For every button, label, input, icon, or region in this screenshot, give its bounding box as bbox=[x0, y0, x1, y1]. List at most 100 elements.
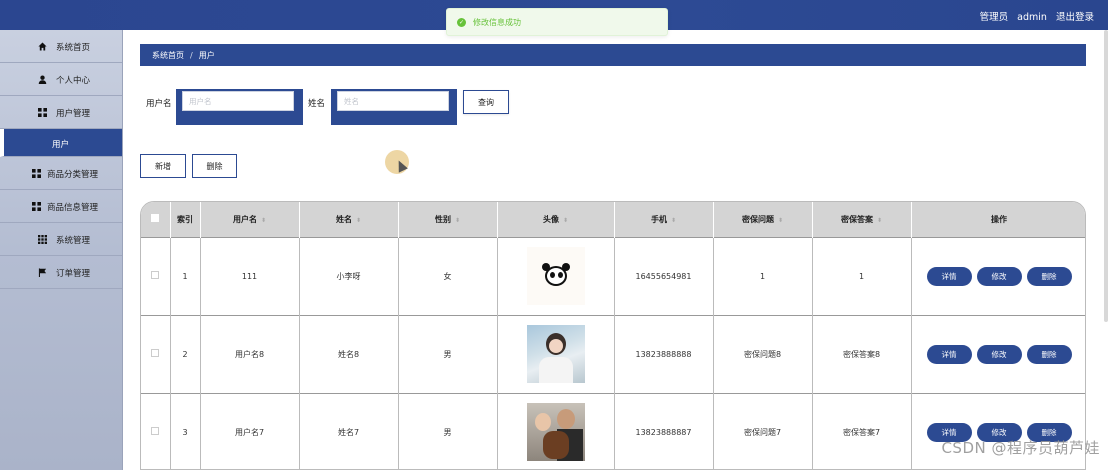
sidebar-item-home[interactable]: 系统首页 bbox=[0, 30, 122, 63]
breadcrumb-home[interactable]: 系统首页 bbox=[152, 50, 184, 61]
username-input-wrap bbox=[176, 89, 303, 125]
sidebar-item-label: 商品信息管理 bbox=[47, 203, 99, 213]
column-header: 索引 bbox=[170, 202, 201, 237]
girl-photo-avatar bbox=[526, 325, 585, 383]
user-area: 管理员 admin 退出登录 bbox=[974, 9, 1094, 23]
detail-button[interactable]: 详情 bbox=[926, 344, 972, 364]
row-select-cell[interactable] bbox=[141, 236, 171, 315]
table-header-row: 索引 用户名 ⬍ 姓名 ⬍ 性别 ⬍ 头像 ⬍ 手机 ⬍ 密保问题 ⬍ 密保答案 ⬍ 操作 bbox=[141, 202, 1085, 237]
cell-phone: 13823888888 bbox=[614, 314, 714, 393]
name-label: 姓名 bbox=[308, 99, 326, 109]
cell-username: 用户名8 bbox=[200, 314, 300, 393]
username-input[interactable] bbox=[182, 91, 294, 111]
delete-button[interactable]: 删除 bbox=[1026, 344, 1072, 364]
sort-icon[interactable]: ⬍ bbox=[563, 217, 568, 224]
username-label: 用户名 bbox=[146, 99, 172, 109]
row-checkbox[interactable] bbox=[151, 427, 160, 436]
name-input-wrap bbox=[331, 89, 457, 125]
toast-message: 修改信息成功 bbox=[473, 17, 521, 27]
detail-button[interactable]: 详情 bbox=[926, 266, 972, 286]
cell-question: 密保问题8 bbox=[713, 314, 813, 393]
sidebar-item-system-management[interactable]: 系统管理 bbox=[0, 223, 122, 256]
sort-icon[interactable]: ⬍ bbox=[261, 217, 266, 224]
column-header[interactable]: 密保问题 ⬍ bbox=[713, 202, 813, 237]
check-circle-icon: ✓ bbox=[457, 17, 466, 27]
panda-avatar bbox=[526, 247, 585, 305]
breadcrumb-separator: / bbox=[190, 50, 193, 60]
column-header[interactable]: 头像 ⬍ bbox=[497, 202, 615, 237]
cell-gender: 男 bbox=[398, 314, 498, 393]
cell-actions: 详情 修改 删除 bbox=[911, 236, 1085, 315]
sidebar-item-user-management[interactable]: 用户管理 bbox=[0, 96, 122, 129]
sidebar-item-users[interactable]: 用户 bbox=[0, 129, 122, 157]
batch-delete-button[interactable]: 删除 bbox=[192, 154, 237, 178]
cell-name: 小李呀 bbox=[299, 236, 399, 315]
cell-username: 111 bbox=[200, 236, 300, 315]
sidebar-item-label: 用户 bbox=[52, 140, 70, 150]
column-header[interactable]: 密保答案 ⬍ bbox=[812, 202, 912, 237]
sort-icon[interactable]: ⬍ bbox=[778, 217, 783, 224]
table-row: 1 111 小李呀 女 16455654981 1 1 详情 修改 删除 bbox=[141, 236, 1085, 315]
sort-icon[interactable]: ⬍ bbox=[877, 217, 882, 224]
cell-name: 姓名8 bbox=[299, 314, 399, 393]
query-button[interactable]: 查询 bbox=[463, 90, 509, 114]
cell-question: 1 bbox=[713, 236, 813, 315]
column-header[interactable]: 性别 ⬍ bbox=[398, 202, 498, 237]
cell-gender: 女 bbox=[398, 236, 498, 315]
user-role: 管理员 bbox=[979, 12, 1009, 23]
cell-index: 2 bbox=[170, 314, 201, 393]
watermark: CSDN @程序员葫芦娃 bbox=[941, 439, 1100, 457]
couple-dog-photo-avatar bbox=[526, 403, 585, 462]
sort-icon[interactable]: ⬍ bbox=[671, 217, 676, 224]
cell-answer: 密保答案8 bbox=[812, 314, 912, 393]
cell-gender: 男 bbox=[398, 392, 498, 469]
row-checkbox[interactable] bbox=[151, 349, 160, 357]
page-scrollbar[interactable] bbox=[1104, 30, 1108, 322]
sidebar-item-category-management[interactable]: 商品分类管理 bbox=[0, 157, 122, 190]
select-all-cell[interactable] bbox=[141, 202, 171, 237]
logout-link[interactable]: 退出登录 bbox=[1056, 12, 1094, 23]
cell-answer: 密保答案7 bbox=[812, 392, 912, 469]
breadcrumb-current: 用户 bbox=[198, 50, 215, 60]
row-select-cell[interactable] bbox=[141, 314, 171, 393]
sort-icon[interactable]: ⬍ bbox=[455, 217, 460, 224]
sidebar: 系统首页 个人中心 用户管理 用户 商品分类管理 商品信息管理 系统管理 订单管… bbox=[0, 30, 123, 470]
column-header[interactable]: 用户名 ⬍ bbox=[200, 202, 300, 237]
edit-button[interactable]: 修改 bbox=[976, 266, 1022, 286]
add-button[interactable]: 新增 bbox=[140, 154, 186, 178]
edit-button[interactable]: 修改 bbox=[976, 344, 1022, 364]
cell-actions: 详情 修改 删除 bbox=[911, 392, 1085, 469]
cell-phone: 16455654981 bbox=[614, 236, 714, 315]
table-row: 2 用户名8 姓名8 男 13823888888 密保问题8 密保答案8 详情修… bbox=[141, 314, 1085, 393]
sidebar-item-product-management[interactable]: 商品信息管理 bbox=[0, 190, 122, 223]
grid-icon bbox=[32, 169, 41, 178]
select-all-checkbox[interactable] bbox=[151, 214, 160, 223]
sidebar-item-label: 订单管理 bbox=[56, 269, 91, 279]
sort-icon[interactable]: ⬍ bbox=[356, 217, 361, 224]
sidebar-item-profile[interactable]: 个人中心 bbox=[0, 63, 122, 96]
column-header: 操作 bbox=[911, 202, 1085, 237]
cell-avatar bbox=[497, 236, 615, 315]
flag-icon bbox=[38, 268, 47, 277]
cell-avatar bbox=[497, 314, 615, 393]
user-table: 索引 用户名 ⬍ 姓名 ⬍ 性别 ⬍ 头像 ⬍ 手机 ⬍ 密保问题 ⬍ 密保答案 ⬍ 操作 1… bbox=[140, 201, 1086, 470]
cell-avatar bbox=[497, 392, 615, 469]
breadcrumb: 系统首页 / 用户 bbox=[140, 44, 1086, 66]
sidebar-item-order-management[interactable]: 订单管理 bbox=[0, 256, 122, 289]
success-toast: ✓ 修改信息成功 bbox=[446, 8, 668, 36]
grid-9-icon bbox=[38, 235, 47, 244]
column-header[interactable]: 手机 ⬍ bbox=[614, 202, 714, 237]
user-icon bbox=[38, 75, 47, 84]
sidebar-item-label: 用户管理 bbox=[56, 109, 91, 119]
row-select-cell[interactable] bbox=[141, 392, 171, 469]
row-checkbox[interactable] bbox=[151, 271, 160, 279]
cell-phone: 13823888887 bbox=[614, 392, 714, 469]
cell-question: 密保问题7 bbox=[713, 392, 813, 469]
sidebar-item-label: 商品分类管理 bbox=[47, 170, 99, 180]
delete-button[interactable]: 删除 bbox=[1026, 266, 1072, 286]
grid-icon bbox=[32, 202, 41, 211]
name-input[interactable] bbox=[337, 91, 449, 111]
sidebar-item-label: 个人中心 bbox=[56, 76, 91, 86]
cell-username: 用户名7 bbox=[200, 392, 300, 469]
column-header[interactable]: 姓名 ⬍ bbox=[299, 202, 399, 237]
